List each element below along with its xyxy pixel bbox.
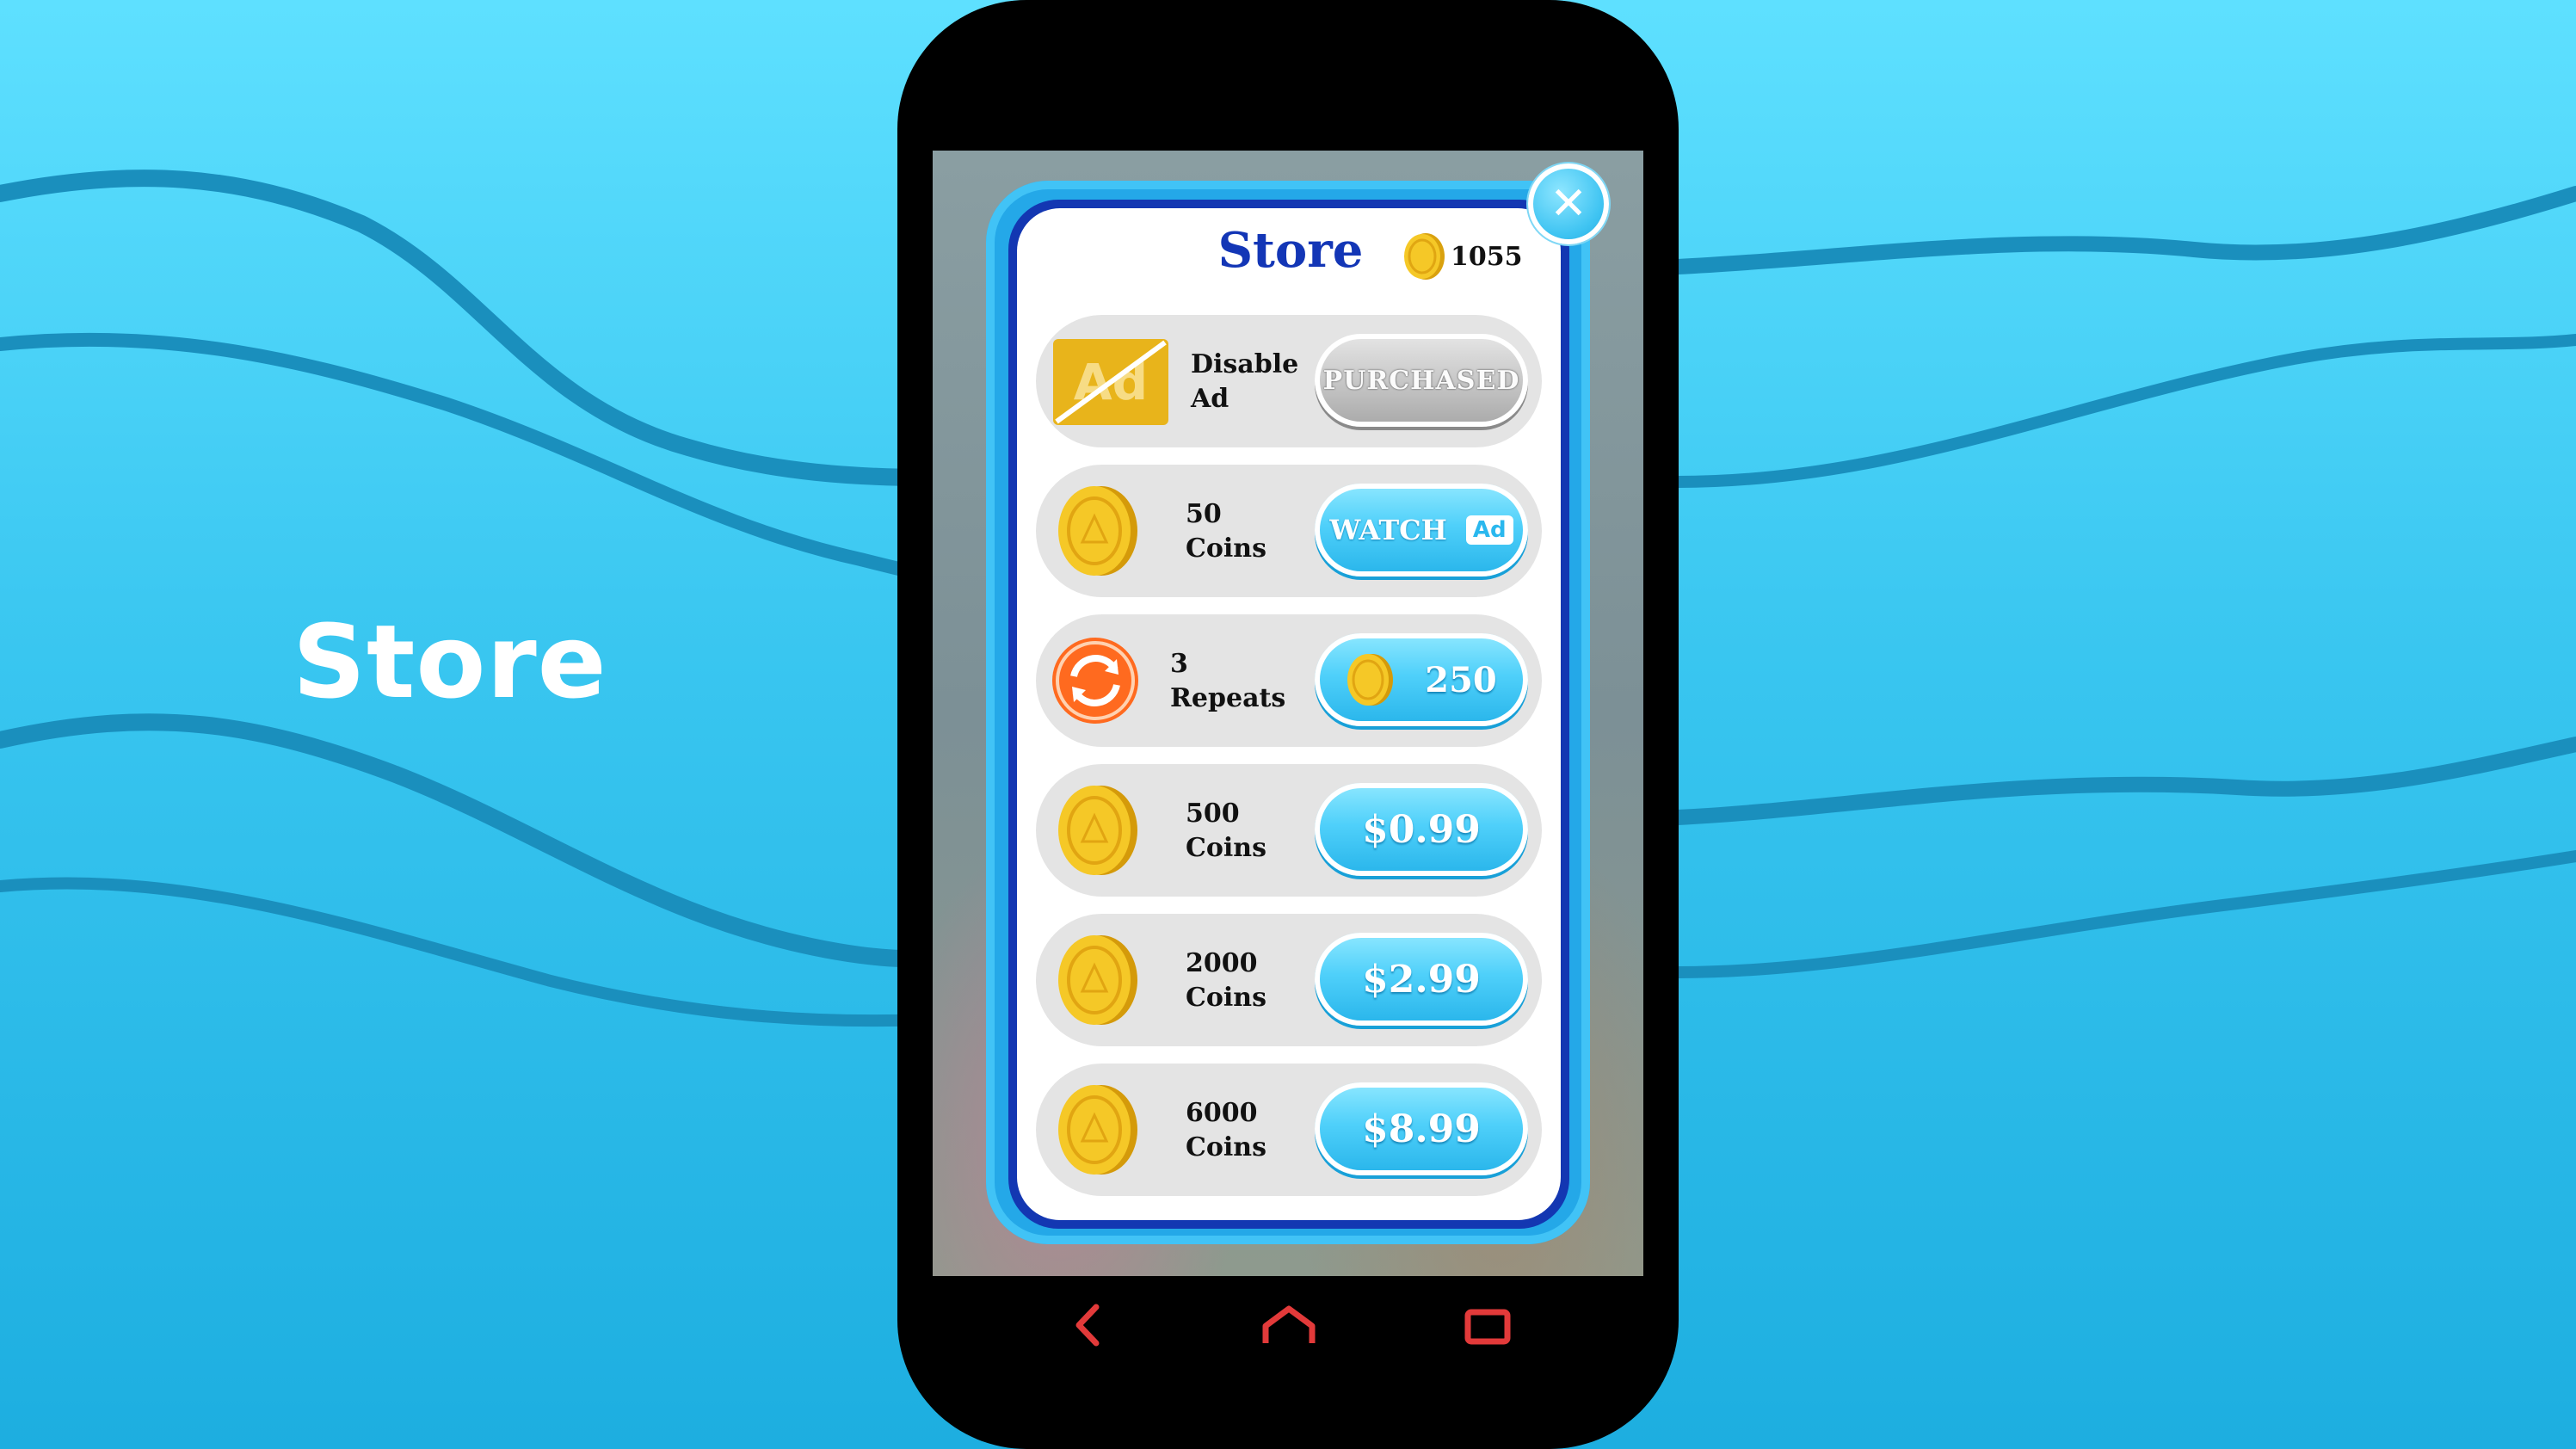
store-item-500-coins: 500 Coins $0.99 — [1036, 764, 1542, 897]
home-icon[interactable] — [1259, 1295, 1319, 1355]
coin-icon — [1058, 786, 1137, 875]
page-side-title: Store — [293, 602, 607, 721]
close-button[interactable]: ✕ — [1528, 163, 1609, 244]
buy-2000-coins-button[interactable]: $2.99 — [1315, 933, 1528, 1026]
back-icon[interactable] — [1057, 1295, 1117, 1355]
store-item-label: 500 Coins — [1186, 798, 1266, 863]
store-title: Store — [1217, 222, 1364, 279]
store-item-3-repeats: 3 Repeats 250 — [1036, 614, 1542, 747]
buy-repeats-button[interactable]: 250 — [1315, 633, 1528, 726]
buy-6000-coins-button[interactable]: $8.99 — [1315, 1082, 1528, 1175]
coin-icon — [1058, 935, 1137, 1025]
ad-icon: Ad — [1053, 339, 1168, 425]
ad-badge: Ad — [1465, 515, 1513, 545]
store-item-6000-coins: 6000 Coins $8.99 — [1036, 1064, 1542, 1196]
coin-icon — [1058, 486, 1137, 576]
store-item-label: Disable Ad — [1191, 349, 1299, 414]
coin-balance-value: 1055 — [1451, 241, 1523, 272]
coin-icon — [1404, 233, 1445, 280]
coin-balance: 1055 — [1402, 231, 1523, 282]
store-item-2000-coins: 2000 Coins $2.99 — [1036, 914, 1542, 1046]
store-item-label: 3 Repeats — [1170, 649, 1286, 713]
store-item-label: 6000 Coins — [1186, 1098, 1266, 1162]
coin-icon — [1347, 654, 1394, 706]
watch-ad-button[interactable]: WATCH Ad — [1315, 484, 1528, 577]
store-item-50-coins: 50 Coins WATCH Ad — [1036, 465, 1542, 597]
close-icon: ✕ — [1550, 178, 1587, 230]
store-item-label: 2000 Coins — [1186, 948, 1266, 1013]
store-item-disable-ad: Ad Disable Ad PURCHASED — [1036, 315, 1542, 447]
store-item-label: 50 Coins — [1186, 499, 1266, 564]
coin-icon — [1058, 1085, 1137, 1175]
buy-500-coins-button[interactable]: $0.99 — [1315, 783, 1528, 876]
purchased-button[interactable]: PURCHASED — [1315, 334, 1528, 427]
repeat-icon — [1052, 638, 1138, 724]
recents-icon[interactable] — [1457, 1295, 1518, 1355]
